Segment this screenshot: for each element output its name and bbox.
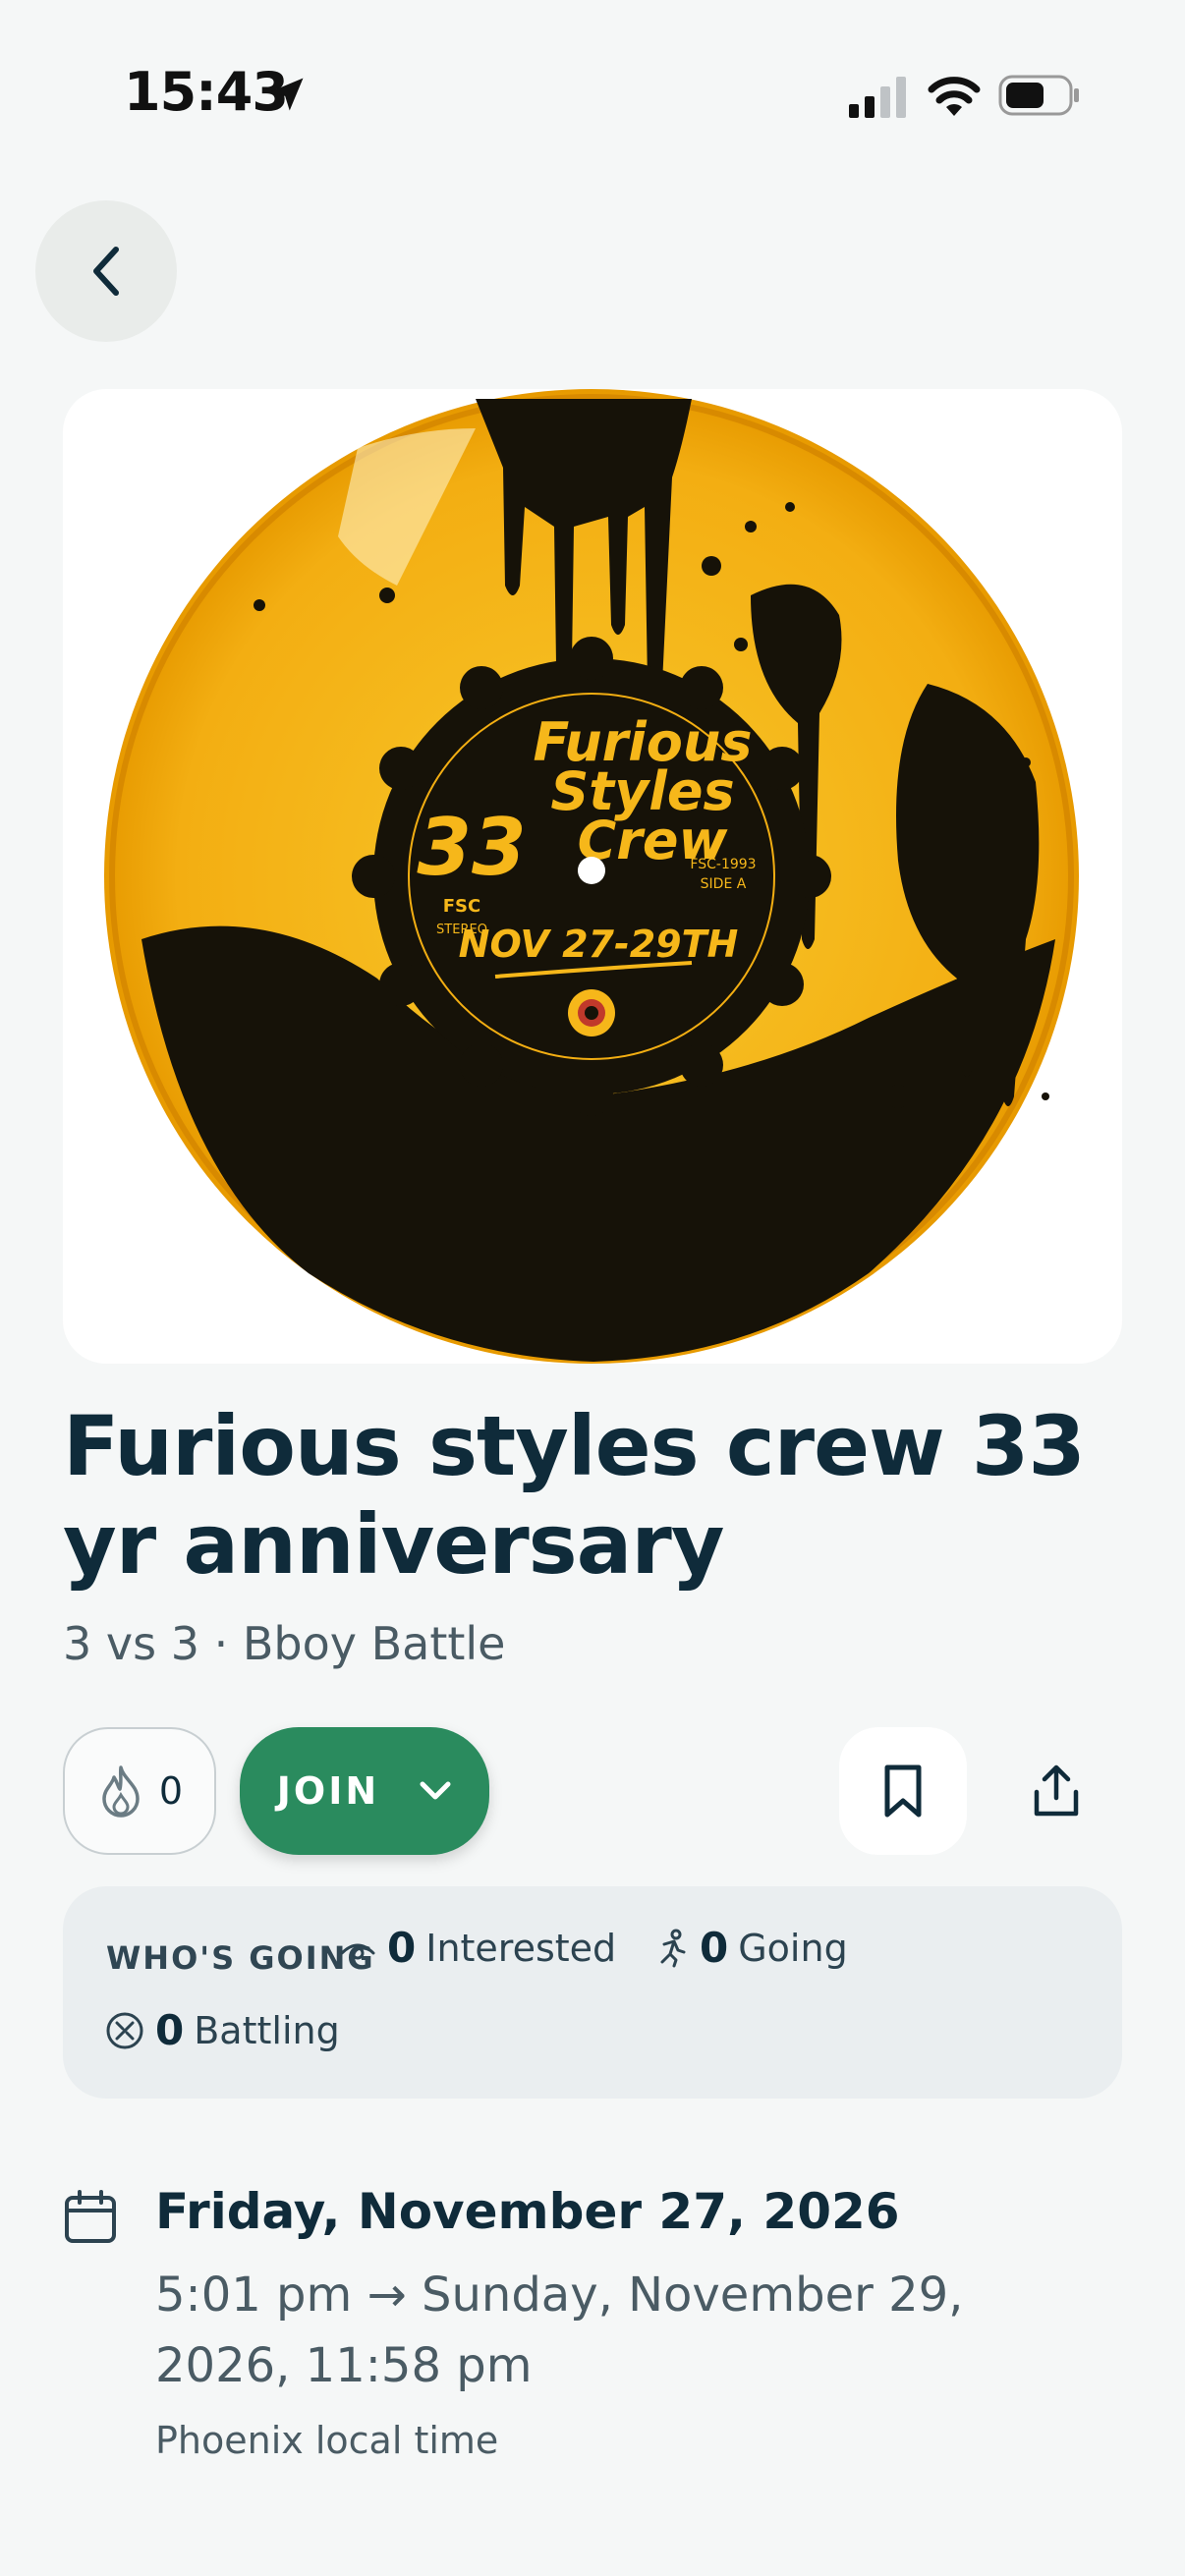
record-spindle-hole	[578, 857, 605, 884]
share-button[interactable]	[992, 1727, 1120, 1855]
hype-count: 0	[158, 1769, 184, 1813]
back-button[interactable]	[35, 200, 177, 342]
share-icon	[1034, 1764, 1079, 1817]
poster-dates: NOV 27-29TH	[459, 923, 739, 966]
battling-label: Battling	[194, 2008, 340, 2052]
wifi-icon	[928, 77, 981, 116]
interested-stat[interactable]: 0 Interested	[338, 1924, 616, 1972]
join-label: JOIN	[276, 1769, 380, 1813]
timezone-note: Phoenix local time	[155, 2419, 499, 2462]
poster-anniversary-number: 33	[417, 802, 526, 893]
bookmark-icon	[884, 1764, 922, 1818]
going-stat[interactable]: 0 Going	[654, 1924, 848, 1972]
battling-stat[interactable]: 0 Battling	[104, 2006, 340, 2054]
interested-label: Interested	[425, 1926, 617, 1970]
chevron-left-icon	[93, 247, 119, 296]
event-title: Furious styles crew 33 yr anniversary	[63, 1398, 1086, 1593]
location-arrow-icon	[270, 78, 304, 111]
battery-icon	[998, 75, 1079, 116]
bookmark-button[interactable]	[839, 1727, 967, 1855]
event-time-range: 5:01 pm → Sunday, November 29, 2026, 11:…	[155, 2268, 964, 2393]
status-bar: 15:43	[0, 0, 1185, 187]
whos-going-label: WHO'S GOING	[106, 1939, 375, 1977]
poster-side-label: SIDE A	[701, 876, 747, 892]
event-date: Friday, November 27, 2026	[155, 2183, 900, 2240]
eye-icon	[340, 1943, 375, 1959]
poster-catalog-number: FSC-1993	[690, 857, 756, 872]
event-poster-image: Furious Styles Crew 33 FSC STEREO FSC-19…	[63, 389, 1122, 1364]
running-person-icon	[660, 1929, 686, 1967]
battling-count: 0	[155, 2006, 185, 2054]
interested-count: 0	[387, 1924, 417, 1972]
going-count: 0	[700, 1924, 729, 1972]
flame-icon	[102, 1765, 140, 1818]
battle-icon	[106, 2012, 143, 2048]
event-subtitle: 3 vs 3 · Bboy Battle	[63, 1617, 506, 1670]
hype-button[interactable]: 0	[63, 1727, 216, 1855]
going-label: Going	[738, 1926, 848, 1970]
poster-fsc-label: FSC	[443, 896, 480, 917]
join-button[interactable]: JOIN	[240, 1727, 489, 1855]
whos-going-panel[interactable]: WHO'S GOING 0 Interested 0 Going 0 Battl…	[63, 1886, 1122, 2099]
status-time: 15:43	[124, 61, 289, 123]
calendar-icon	[65, 2190, 116, 2243]
vinyl-record-illustration: Furious Styles Crew 33 FSC STEREO FSC-19…	[104, 389, 1079, 1364]
cellular-signal-icon	[849, 77, 906, 118]
chevron-down-icon	[420, 1781, 451, 1800]
